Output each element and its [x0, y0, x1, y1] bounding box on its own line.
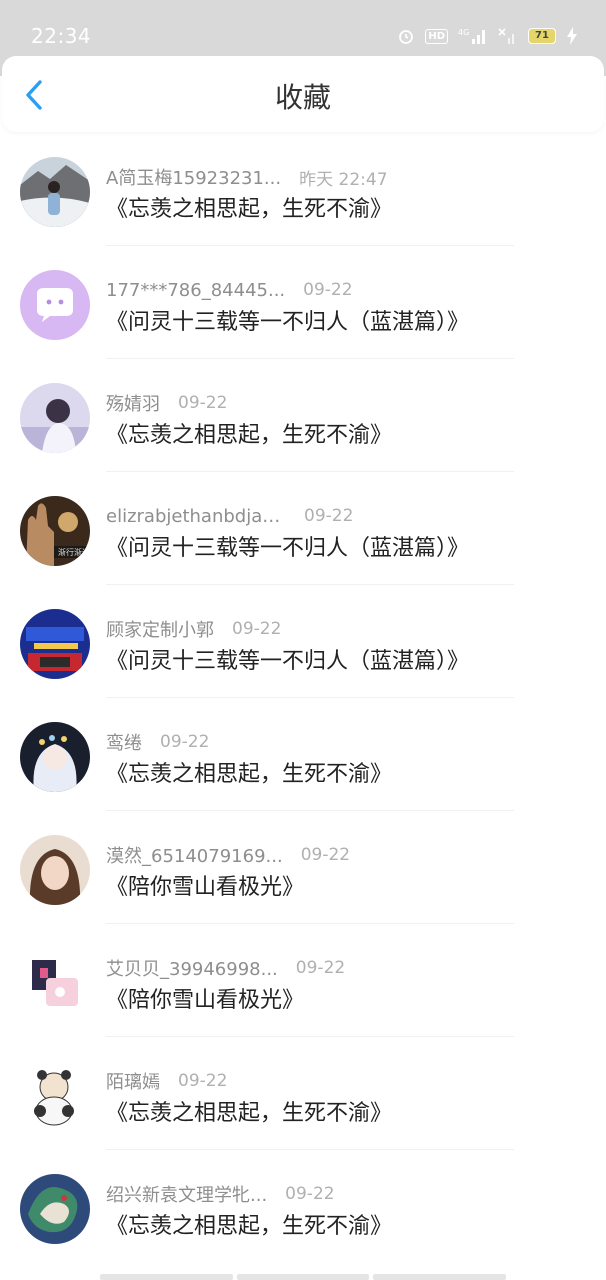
work-title[interactable]: 《问灵十三载等一不归人（蓝湛篇）》	[106, 646, 469, 678]
timestamp: 昨天 22:47	[299, 169, 388, 190]
item-meta: 漠然_6514079169... 09-22	[106, 842, 350, 868]
work-title[interactable]: 《问灵十三载等一不归人（蓝湛篇）》	[106, 533, 469, 565]
timestamp: 09-22	[300, 845, 351, 865]
indicator-segment	[100, 1274, 233, 1280]
favorites-list: A简玉梅15923231... 昨天 22:47 《忘羡之相思起，生死不渝》 1…	[0, 133, 606, 1263]
battery-icon: 71	[528, 28, 556, 44]
photo-avatar-anime-girl[interactable]	[20, 722, 90, 792]
timestamp: 09-22	[232, 619, 282, 639]
list-item[interactable]: 177***786_84445... 09-22 《问灵十三载等一不归人（蓝湛篇…	[0, 246, 606, 359]
item-meta: 顾家定制小郭 09-22	[106, 616, 281, 642]
timestamp: 09-22	[178, 1071, 228, 1091]
status-icons: HD 4G 71	[397, 24, 578, 48]
photo-avatar-dragon[interactable]	[20, 1174, 90, 1244]
charging-icon	[567, 27, 577, 45]
list-item[interactable]: 陌璃嫣 09-22 《忘羡之相思起，生死不渝》	[0, 1037, 606, 1150]
photo-avatar-blue-poster[interactable]	[20, 609, 90, 679]
timestamp: 09-22	[303, 280, 353, 300]
work-title[interactable]: 《陪你雪山看极光》	[106, 872, 304, 904]
svg-text:渐行渐远: 渐行渐远	[58, 547, 90, 557]
wechat-chat-avatar[interactable]	[20, 270, 90, 340]
svg-text:4G: 4G	[458, 28, 469, 37]
username[interactable]: 漠然_6514079169...	[106, 842, 283, 868]
photo-avatar-panda[interactable]	[20, 1061, 90, 1131]
username[interactable]: elizrabjethanbdjam...	[106, 506, 286, 527]
photo-avatar-girl-purple[interactable]	[20, 383, 90, 453]
username[interactable]: 顾家定制小郭	[106, 616, 214, 642]
list-item[interactable]: 漠然_6514079169... 09-22 《陪你雪山看极光》	[0, 811, 606, 924]
username[interactable]: A简玉梅15923231...	[106, 164, 281, 190]
timestamp: 09-22	[295, 958, 346, 978]
alarm-icon	[399, 30, 414, 44]
work-title[interactable]: 《问灵十三载等一不归人（蓝湛篇）》	[106, 307, 469, 339]
work-title[interactable]: 《忘羡之相思起，生死不渝》	[106, 1098, 392, 1130]
username[interactable]: 艾贝贝_39946998...	[106, 955, 278, 981]
timestamp: 09-22	[178, 393, 228, 413]
list-item[interactable]: 绍兴新袁文理学牝... 09-22 《忘羡之相思起，生死不渝》	[0, 1150, 606, 1263]
signal-4g-icon: 4G	[458, 28, 485, 44]
username[interactable]: 绍兴新袁文理学牝...	[106, 1181, 267, 1207]
scroll-indicator	[100, 1274, 507, 1280]
timestamp: 09-22	[160, 732, 210, 752]
username[interactable]: 陌璃嫣	[106, 1068, 160, 1094]
photo-avatar-box[interactable]	[20, 948, 90, 1018]
item-meta: A简玉梅15923231... 昨天 22:47	[106, 164, 388, 190]
indicator-segment	[373, 1274, 507, 1280]
list-item[interactable]: 鸾绻 09-22 《忘羡之相思起，生死不渝》	[0, 698, 606, 811]
hd-icon: HD	[425, 28, 448, 44]
page-title: 收藏	[274, 81, 331, 114]
item-meta: 艾贝贝_39946998... 09-22	[106, 955, 345, 981]
item-meta: 陌璃嫣 09-22	[106, 1068, 227, 1094]
list-item[interactable]: 渐行渐远 elizrabjethanbdjam... 09-22 《问灵十三载等…	[0, 472, 606, 585]
item-meta: 绍兴新袁文理学牝... 09-22	[106, 1181, 335, 1207]
work-title[interactable]: 《陪你雪山看极光》	[106, 985, 304, 1017]
status-time: 22:34	[31, 24, 92, 48]
work-title[interactable]: 《忘羡之相思起，生死不渝》	[106, 759, 392, 791]
work-title[interactable]: 《忘羡之相思起，生死不渝》	[106, 420, 392, 452]
item-meta: 殇婧羽 09-22	[106, 390, 227, 416]
item-meta: 177***786_84445... 09-22	[106, 277, 353, 303]
username[interactable]: 殇婧羽	[106, 390, 160, 416]
item-meta: elizrabjethanbdjam... 09-22	[106, 503, 353, 529]
list-item[interactable]: 殇婧羽 09-22 《忘羡之相思起，生死不渝》	[0, 359, 606, 472]
photo-avatar-woman[interactable]	[20, 835, 90, 905]
list-item[interactable]: A简玉梅15923231... 昨天 22:47 《忘羡之相思起，生死不渝》	[0, 133, 606, 246]
username[interactable]: 鸾绻	[106, 729, 142, 755]
signal-x-icon	[498, 28, 514, 44]
item-meta: 鸾绻 09-22	[106, 729, 209, 755]
work-title[interactable]: 《忘羡之相思起，生死不渝》	[106, 1211, 392, 1243]
username[interactable]: 177***786_84445...	[106, 280, 285, 301]
list-item[interactable]: 顾家定制小郭 09-22 《问灵十三载等一不归人（蓝湛篇）》	[0, 585, 606, 698]
work-title[interactable]: 《忘羡之相思起，生死不渝》	[106, 194, 392, 226]
timestamp: 09-22	[304, 506, 354, 526]
indicator-segment	[236, 1274, 370, 1280]
photo-avatar-hand[interactable]: 渐行渐远	[20, 496, 90, 566]
timestamp: 09-22	[285, 1184, 335, 1204]
list-item[interactable]: 艾贝贝_39946998... 09-22 《陪你雪山看极光》	[0, 924, 606, 1037]
photo-avatar-snow[interactable]	[20, 157, 90, 227]
nav-bar: 收藏	[2, 56, 604, 132]
